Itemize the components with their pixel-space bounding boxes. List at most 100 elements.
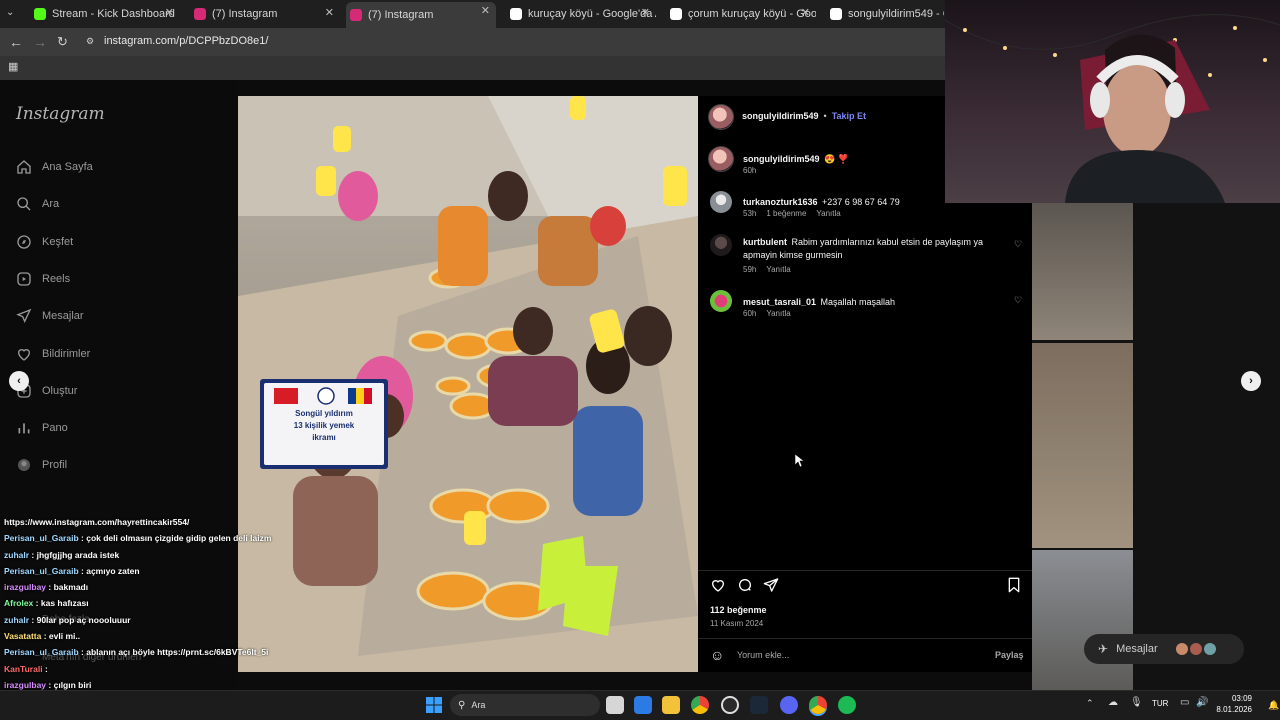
sidebar-item-label: Keşfet — [42, 235, 74, 248]
close-tab-icon[interactable]: ✕ — [165, 6, 174, 19]
feed-thumbnail[interactable] — [1032, 203, 1133, 340]
chrome-icon[interactable] — [691, 696, 709, 714]
chat-username[interactable]: irazgulbay — [4, 582, 46, 592]
tray-overflow-icon[interactable]: ⌃ — [1086, 698, 1094, 709]
comment-like-icon[interactable]: ♡ — [1014, 295, 1022, 306]
cloud-icon[interactable]: ☁ — [1108, 697, 1118, 708]
url-field[interactable]: instagram.com/p/DCPPbzDO8e1/ — [104, 35, 268, 47]
steam-icon[interactable] — [750, 696, 768, 714]
volume-icon[interactable]: 🔊 — [1196, 697, 1208, 708]
system-clock[interactable]: 03:09 8.01.2026 — [1216, 693, 1252, 715]
sidebar-item-pano[interactable]: Pano — [16, 418, 68, 438]
comment-username[interactable]: turkanozturk1636 — [743, 197, 818, 207]
taskbar-search[interactable]: ⚲ Ara — [450, 694, 600, 716]
reload-icon[interactable]: ↻ — [57, 34, 68, 50]
chat-separator: : — [29, 614, 37, 625]
author-username[interactable]: songulyildirim549 — [742, 111, 819, 121]
comment-likes[interactable]: 1 beğenme — [766, 209, 806, 218]
prev-post-button[interactable]: ‹ — [9, 371, 29, 391]
browser-tab[interactable]: Stream - Kick Dashboard ✕ — [30, 4, 180, 24]
tab-title: (7) Instagram — [368, 9, 434, 21]
feed-thumbnail[interactable] — [1032, 343, 1133, 548]
browser-tab[interactable]: songulyildirim549 - Google'da — [826, 4, 944, 24]
instagram-logo[interactable]: Instagram — [16, 104, 105, 124]
comment-username[interactable]: kurtbulent — [743, 237, 787, 247]
chat-username[interactable]: KanTurali — [4, 664, 43, 674]
chrome-active-icon[interactable] — [809, 696, 827, 714]
close-tab-icon[interactable]: ✕ — [325, 6, 334, 19]
follow-button[interactable]: Takip Et — [832, 111, 866, 121]
close-tab-icon[interactable]: ✕ — [801, 6, 810, 19]
spotify-icon[interactable] — [838, 696, 856, 714]
chat-username[interactable]: Afrolex — [4, 598, 33, 608]
emoji-icon[interactable]: ☺ — [710, 647, 724, 663]
reply-button[interactable]: Yanıtla — [766, 309, 790, 318]
comment-avatar[interactable] — [710, 234, 732, 256]
close-tab-icon[interactable]: ✕ — [481, 4, 490, 17]
sidebar-item-reels[interactable]: Reels — [16, 269, 70, 289]
browser-tab[interactable]: (7) Instagram ✕ — [190, 4, 340, 24]
comment-avatar[interactable] — [710, 290, 732, 312]
tab-search-button[interactable]: ⌄ — [6, 7, 14, 18]
photo-scene — [238, 96, 698, 672]
post-comment-button[interactable]: Paylaş — [995, 650, 1024, 660]
stream-chat-overlay: https://www.instagram.com/hayrettincakir… — [0, 514, 300, 706]
next-post-button[interactable]: › — [1241, 371, 1261, 391]
file-explorer-icon[interactable] — [662, 696, 680, 714]
chat-username[interactable]: zuhalr — [4, 615, 29, 625]
microphone-icon[interactable]: 🎙 — [1130, 697, 1143, 708]
network-icon[interactable]: ▭ — [1180, 697, 1189, 708]
language-indicator[interactable]: TUR — [1152, 699, 1168, 708]
comment-bubble-icon[interactable] — [737, 577, 753, 593]
discord-icon[interactable] — [780, 696, 798, 714]
sidebar-item-mesajlar[interactable]: Mesajlar — [16, 306, 84, 326]
sidebar-item-keşfet[interactable]: Keşfet — [16, 232, 73, 252]
chat-username[interactable]: zuhalr — [4, 550, 29, 560]
forward-icon[interactable]: → — [33, 34, 47, 50]
tab-title: songulyildirim549 - Google'da — [848, 8, 944, 20]
sidebar-item-label: Reels — [42, 272, 71, 285]
notification-bell-icon[interactable]: 🔔 — [1268, 700, 1279, 711]
browser-tab[interactable]: kuruçay köyü - Google'da Ara✕ — [506, 4, 656, 24]
reply-button[interactable]: Yanıtla — [766, 265, 790, 274]
chat-username[interactable]: Perisan_ul_Garaib — [4, 647, 79, 657]
feed-thumbnail[interactable] — [1032, 550, 1133, 690]
back-icon[interactable]: ← — [9, 34, 23, 50]
site-info-icon[interactable]: ⚙ — [86, 36, 94, 47]
browser-tab[interactable]: çorum kuruçay köyü - Google'd✕ — [666, 4, 816, 24]
sidebar-item-ara[interactable]: Ara — [16, 194, 59, 214]
sidebar-item-profil[interactable]: Profil — [16, 455, 67, 475]
chat-username[interactable]: Perisan_ul_Garaib — [4, 566, 79, 576]
messages-pill[interactable]: ✈ Mesajlar — [1084, 634, 1244, 664]
likes-count[interactable]: 112 beğenme — [710, 605, 767, 615]
comment-input[interactable]: Yorum ekle... — [737, 650, 789, 660]
comment-like-icon[interactable]: ♡ — [1014, 239, 1022, 250]
comment-text: Maşallah maşallah — [820, 297, 896, 307]
comment-avatar[interactable] — [710, 191, 732, 213]
home-icon — [16, 159, 32, 175]
bookmark-icon[interactable] — [1007, 577, 1021, 593]
reply-button[interactable]: Yanıtla — [816, 209, 840, 218]
store-icon[interactable] — [634, 696, 652, 714]
windows-start-icon[interactable] — [426, 697, 442, 713]
profile-icon — [16, 457, 32, 473]
comment-username[interactable]: mesut_tasrali_01 — [743, 297, 816, 307]
author-avatar[interactable] — [708, 104, 734, 130]
task-view-icon[interactable] — [606, 696, 624, 714]
caption-username[interactable]: songulyildirim549 — [743, 154, 820, 164]
chat-username[interactable]: Perisan_ul_Garaib — [4, 533, 79, 543]
share-send-icon[interactable] — [763, 577, 779, 593]
sidebar-item-ana-sayfa[interactable]: Ana Sayfa — [16, 157, 93, 177]
post-header: songulyildirim549 • Takip Et — [742, 111, 866, 121]
sidebar-item-bildirimler[interactable]: Bildirimler — [16, 344, 90, 364]
browser-tab[interactable]: (7) Instagram ✕ — [346, 2, 496, 28]
close-tab-icon[interactable]: ✕ — [641, 6, 650, 19]
tab-title: kuruçay köyü - Google'da Ara — [528, 8, 656, 20]
caption-avatar[interactable] — [708, 146, 734, 172]
post-photo[interactable]: Songül yıldırım 13 kişilik yemek ikramı — [238, 96, 698, 672]
chat-username[interactable]: irazgulbay — [4, 680, 46, 690]
chat-username[interactable]: Vasatatta — [4, 631, 41, 641]
apps-grid-icon[interactable]: ▦ — [8, 60, 18, 73]
like-heart-icon[interactable] — [710, 577, 726, 593]
obs-icon[interactable] — [721, 696, 739, 714]
